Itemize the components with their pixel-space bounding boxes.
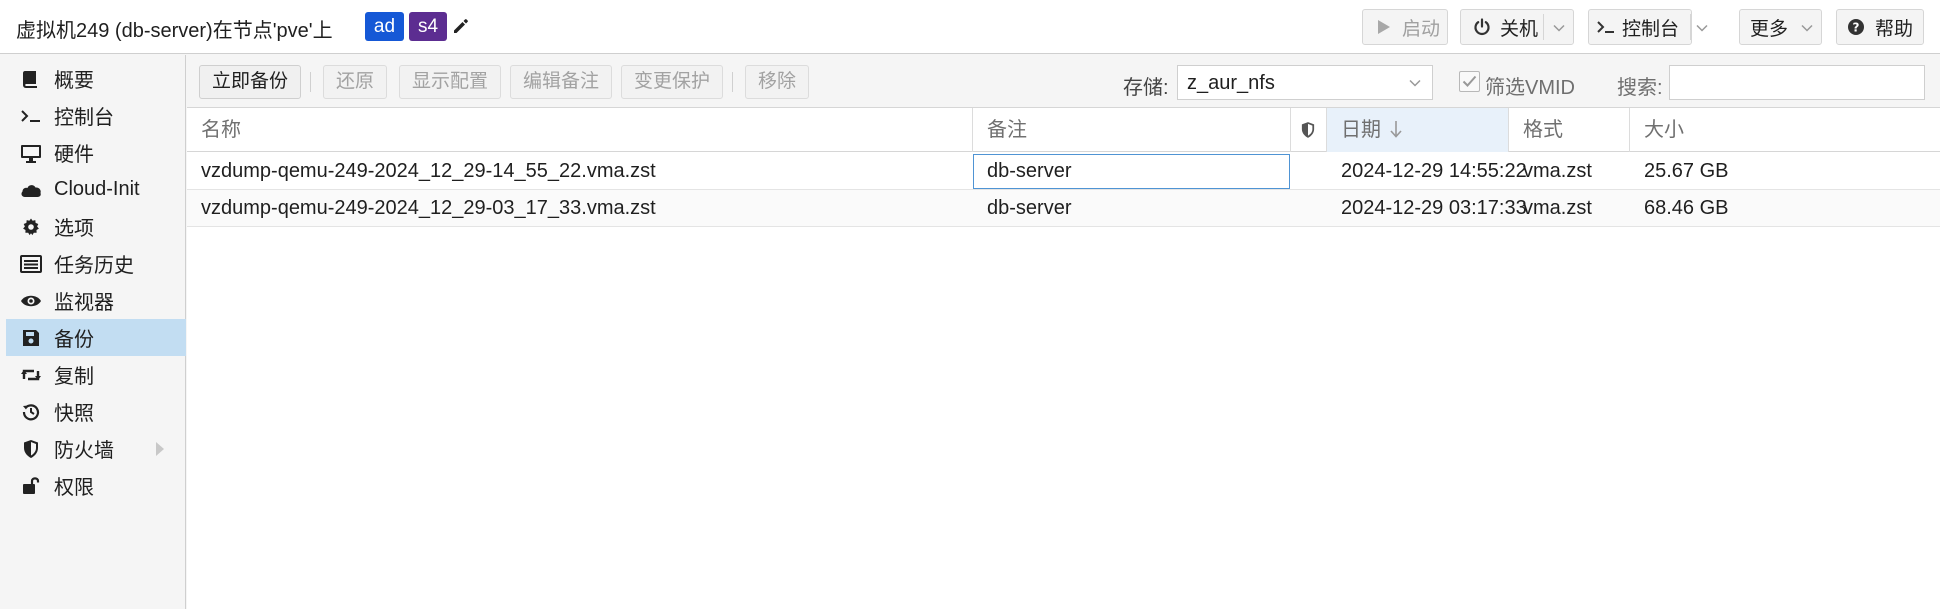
sidebar-item-backup[interactable]: 备份 xyxy=(6,319,186,356)
search-input[interactable] xyxy=(1669,65,1925,100)
sidebar-item-hardware[interactable]: 硬件 xyxy=(6,134,186,171)
grid-header: 名称 备注 日期 格式 大小 xyxy=(187,108,1940,152)
column-header-notes[interactable]: 备注 xyxy=(973,108,1291,152)
sidebar-item-monitor[interactable]: 监视器 xyxy=(6,282,186,319)
filter-vmid-label[interactable]: 筛选VMID xyxy=(1485,71,1575,100)
table-row[interactable]: vzdump-qemu-249-2024_12_29-03_17_33.vma.… xyxy=(187,190,1940,227)
history-icon xyxy=(20,401,42,423)
show-config-button[interactable]: 显示配置 xyxy=(399,65,502,99)
backup-panel: 立即备份 还原 显示配置 编辑备注 变更保护 移除 存储: z_aur_nfs … xyxy=(187,55,1940,609)
shield-icon xyxy=(20,438,42,460)
remove-button[interactable]: 移除 xyxy=(745,65,810,99)
column-header-date-label: 日期 xyxy=(1341,119,1381,141)
terminal-icon xyxy=(1595,16,1617,38)
change-protection-button[interactable]: 变更保护 xyxy=(621,65,724,99)
help-button-label: 帮助 xyxy=(1875,18,1914,40)
floppy-icon xyxy=(20,327,42,349)
cloud-icon xyxy=(20,179,42,201)
toolbar-separator xyxy=(732,72,733,92)
list-icon xyxy=(20,253,42,275)
sidebar-item-task-history[interactable]: 任务历史 xyxy=(6,245,186,282)
question-circle-icon: ? xyxy=(1845,16,1867,38)
edit-notes-button[interactable]: 编辑备注 xyxy=(510,65,613,99)
cell-notes-editor[interactable]: db-server xyxy=(973,154,1290,189)
shutdown-button[interactable]: 关机 xyxy=(1460,9,1574,45)
sidebar-item-summary[interactable]: 概要 xyxy=(6,60,186,97)
sidebar-item-snapshots[interactable]: 快照 xyxy=(6,393,186,430)
check-icon xyxy=(1462,75,1477,87)
desktop-icon xyxy=(20,142,42,164)
cell-date: 2024-12-29 03:17:33 xyxy=(1341,197,1527,219)
sidebar-item-permissions[interactable]: 权限 xyxy=(6,467,186,504)
gear-icon xyxy=(20,216,42,238)
storage-label: 存储: xyxy=(1123,77,1169,99)
expand-arrow-icon[interactable] xyxy=(156,442,164,456)
storage-select-value: z_aur_nfs xyxy=(1187,72,1275,94)
eye-icon xyxy=(20,290,42,312)
arrow-down-icon xyxy=(1389,121,1402,138)
sidebar-item-firewall[interactable]: 防火墙 xyxy=(6,430,186,467)
more-button[interactable]: 更多 xyxy=(1739,9,1822,45)
console-button[interactable]: 控制台 xyxy=(1588,9,1708,45)
sidebar-item-console[interactable]: 控制台 xyxy=(6,97,186,134)
search-label: 搜索: xyxy=(1617,77,1663,99)
header-bar: 虚拟机249 (db-server)在节点'pve'上 ad s4 启动 关机 … xyxy=(0,0,1940,54)
cell-format: vma.zst xyxy=(1523,160,1592,182)
shield-icon xyxy=(1301,122,1315,138)
cell-size: 25.67 GB xyxy=(1644,160,1729,182)
play-icon xyxy=(1373,16,1395,38)
storage-select[interactable]: z_aur_nfs xyxy=(1177,65,1433,100)
unlock-icon xyxy=(20,475,42,497)
column-header-name[interactable]: 名称 xyxy=(187,108,973,152)
toolbar: 立即备份 还原 显示配置 编辑备注 变更保护 移除 存储: z_aur_nfs … xyxy=(187,55,1940,108)
page-title: 虚拟机249 (db-server)在节点'pve'上 xyxy=(16,20,333,42)
retweet-icon xyxy=(20,364,42,386)
power-icon xyxy=(1471,16,1493,38)
svg-text:?: ? xyxy=(1853,21,1860,35)
column-header-protected[interactable] xyxy=(1291,108,1327,152)
cell-name: vzdump-qemu-249-2024_12_29-03_17_33.vma.… xyxy=(201,197,656,219)
pencil-icon[interactable] xyxy=(451,16,471,36)
sidebar-item-cloud-init[interactable]: Cloud-Init xyxy=(6,171,186,208)
column-header-format[interactable]: 格式 xyxy=(1509,108,1630,152)
tag-s4[interactable]: s4 xyxy=(409,12,447,41)
filter-vmid-checkbox[interactable] xyxy=(1459,71,1480,92)
start-button[interactable]: 启动 xyxy=(1362,9,1448,45)
terminal-icon xyxy=(20,105,42,127)
help-button[interactable]: ? 帮助 xyxy=(1836,9,1924,45)
cell-format: vma.zst xyxy=(1523,197,1592,219)
cell-name: vzdump-qemu-249-2024_12_29-14_55_22.vma.… xyxy=(201,160,656,182)
shutdown-button-label: 关机 xyxy=(1500,18,1539,40)
toolbar-separator xyxy=(310,72,311,92)
chevron-down-icon[interactable] xyxy=(1552,21,1566,35)
backup-now-button[interactable]: 立即备份 xyxy=(199,65,302,99)
cell-notes: db-server xyxy=(987,197,1072,219)
tag-ad[interactable]: ad xyxy=(365,12,404,41)
restore-button[interactable]: 还原 xyxy=(323,65,388,99)
chevron-down-icon[interactable] xyxy=(1408,76,1422,90)
sidebar: 概要 控制台 硬件 Cloud-Init 选项 任务历史 监视器 备份 复制 快… xyxy=(6,55,186,609)
book-icon xyxy=(20,68,42,90)
cell-date: 2024-12-29 14:55:22 xyxy=(1341,160,1527,182)
cell-size: 68.46 GB xyxy=(1644,197,1729,219)
start-button-label: 启动 xyxy=(1402,18,1441,40)
chevron-down-icon xyxy=(1801,24,1813,32)
more-button-label: 更多 xyxy=(1750,18,1789,40)
sidebar-item-options[interactable]: 选项 xyxy=(6,208,186,245)
column-header-size[interactable]: 大小 xyxy=(1630,108,1940,152)
chevron-down-icon[interactable] xyxy=(1695,21,1709,35)
console-button-label: 控制台 xyxy=(1622,18,1680,40)
sidebar-item-replication[interactable]: 复制 xyxy=(6,356,186,393)
column-header-date[interactable]: 日期 xyxy=(1327,108,1509,152)
table-row[interactable]: vzdump-qemu-249-2024_12_29-14_55_22.vma.… xyxy=(187,153,1940,190)
